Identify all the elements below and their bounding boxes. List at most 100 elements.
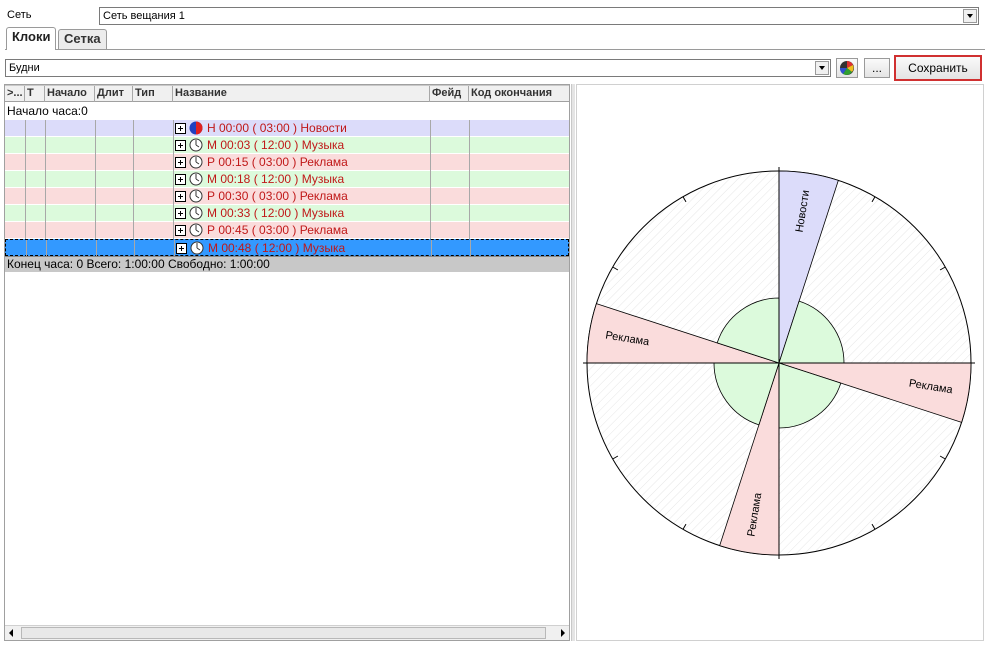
column-divider [173, 205, 174, 222]
column-divider [25, 188, 26, 205]
expand-icon[interactable] [175, 225, 186, 236]
scroll-left-icon[interactable] [9, 629, 13, 637]
column-divider [45, 222, 46, 239]
table-row[interactable]: Р 00:15 ( 03:00 ) Реклама [5, 154, 569, 171]
expand-icon[interactable] [175, 208, 186, 219]
table-row[interactable]: М 00:03 ( 12:00 ) Музыка [5, 137, 569, 154]
column-divider [25, 222, 26, 239]
column-divider [45, 171, 46, 188]
column-divider [133, 137, 134, 154]
col-header-name[interactable]: Название [173, 86, 430, 102]
column-divider [25, 120, 26, 137]
column-divider [469, 154, 470, 171]
column-divider [133, 205, 134, 222]
horizontal-scrollbar[interactable] [5, 625, 569, 640]
column-divider [469, 120, 470, 137]
combo-arrow-icon[interactable] [963, 9, 977, 23]
column-divider [430, 205, 431, 222]
column-divider [469, 171, 470, 188]
column-divider [173, 137, 174, 154]
column-divider [469, 222, 470, 239]
expand-icon[interactable] [175, 140, 186, 151]
row-label: М 00:18 ( 12:00 ) Музыка [207, 172, 345, 186]
scroll-right-icon[interactable] [561, 629, 565, 637]
clock-chart-panel: Новости Реклама Реклама Реклама [576, 84, 984, 641]
row-label: Р 00:15 ( 03:00 ) Реклама [207, 155, 348, 169]
column-divider [133, 171, 134, 188]
hour-end-bar: Конец часа: 0 Всего: 1:00:00 Свободно: 1… [5, 256, 569, 272]
row-label: Н 00:00 ( 03:00 ) Новости [207, 121, 347, 135]
palette-icon [839, 61, 854, 75]
table-row[interactable]: М 00:18 ( 12:00 ) Музыка [5, 171, 569, 188]
network-label: Сеть [7, 9, 32, 21]
column-divider [46, 240, 47, 257]
table-row[interactable]: Р 00:45 ( 03:00 ) Реклама [5, 222, 569, 239]
column-divider [430, 171, 431, 188]
clock-icon [189, 206, 203, 220]
column-divider [95, 120, 96, 137]
clock-icon [189, 138, 203, 152]
column-divider [133, 154, 134, 171]
table-row[interactable]: М 00:48 ( 12:00 ) Музыка [5, 239, 569, 257]
tab-grid[interactable]: Сетка [58, 29, 107, 49]
expand-icon[interactable] [175, 157, 186, 168]
tab-strip-line [5, 49, 985, 50]
col-header-duration[interactable]: Длит [95, 86, 133, 102]
column-divider [173, 154, 174, 171]
column-divider [45, 154, 46, 171]
column-divider [95, 154, 96, 171]
col-header-end-code[interactable]: Код окончания [469, 86, 569, 102]
row-label: Р 00:30 ( 03:00 ) Реклама [207, 189, 348, 203]
col-header-expand[interactable]: >... [5, 86, 25, 102]
col-header-fade[interactable]: Фейд [430, 86, 469, 102]
column-divider [26, 240, 27, 257]
expand-icon[interactable] [175, 191, 186, 202]
column-divider [133, 120, 134, 137]
column-divider [430, 188, 431, 205]
table-row[interactable]: Н 00:00 ( 03:00 ) Новости [5, 120, 569, 137]
clock-chart: НовостиРекламаРекламаРеклама [583, 167, 975, 559]
clock-icon [190, 241, 204, 255]
col-header-type[interactable]: Тип [133, 86, 173, 102]
clock-icon [189, 223, 203, 237]
more-button[interactable]: ... [864, 58, 890, 78]
hour-start-label: Начало часа:0 [7, 104, 88, 118]
expand-icon[interactable] [175, 174, 186, 185]
palette-button[interactable] [836, 58, 858, 78]
save-button[interactable]: Сохранить [894, 55, 982, 81]
col-header-t[interactable]: Т [25, 86, 45, 102]
column-divider [469, 205, 470, 222]
column-divider [45, 188, 46, 205]
column-divider [96, 240, 97, 257]
column-divider [45, 137, 46, 154]
column-divider [25, 205, 26, 222]
column-divider [95, 137, 96, 154]
network-select[interactable]: Сеть вещания 1 [99, 7, 979, 25]
scroll-thumb[interactable] [21, 627, 546, 639]
row-label: Р 00:45 ( 03:00 ) Реклама [207, 223, 348, 237]
expand-icon[interactable] [176, 243, 187, 254]
clock-select[interactable]: Будни [5, 59, 831, 77]
clock-select-value: Будни [9, 62, 40, 74]
column-divider [95, 205, 96, 222]
column-divider [469, 137, 470, 154]
tab-clocks[interactable]: Клоки [6, 27, 57, 50]
column-divider [133, 222, 134, 239]
hour-end-label: Конец часа: 0 Всего: 1:00:00 Свободно: 1… [7, 257, 270, 271]
column-divider [45, 120, 46, 137]
column-divider [430, 154, 431, 171]
table-row[interactable]: Р 00:30 ( 03:00 ) Реклама [5, 188, 569, 205]
row-label: М 00:03 ( 12:00 ) Музыка [207, 138, 345, 152]
column-divider [430, 120, 431, 137]
table-row[interactable]: М 00:33 ( 12:00 ) Музыка [5, 205, 569, 222]
combo-arrow-icon[interactable] [815, 61, 829, 75]
column-divider [95, 171, 96, 188]
panel-splitter[interactable] [571, 84, 575, 641]
col-header-start[interactable]: Начало [45, 86, 95, 102]
clock-icon [189, 189, 203, 203]
column-divider [174, 240, 175, 257]
column-divider [173, 171, 174, 188]
column-divider [173, 188, 174, 205]
column-divider [134, 240, 135, 257]
expand-icon[interactable] [175, 123, 186, 134]
